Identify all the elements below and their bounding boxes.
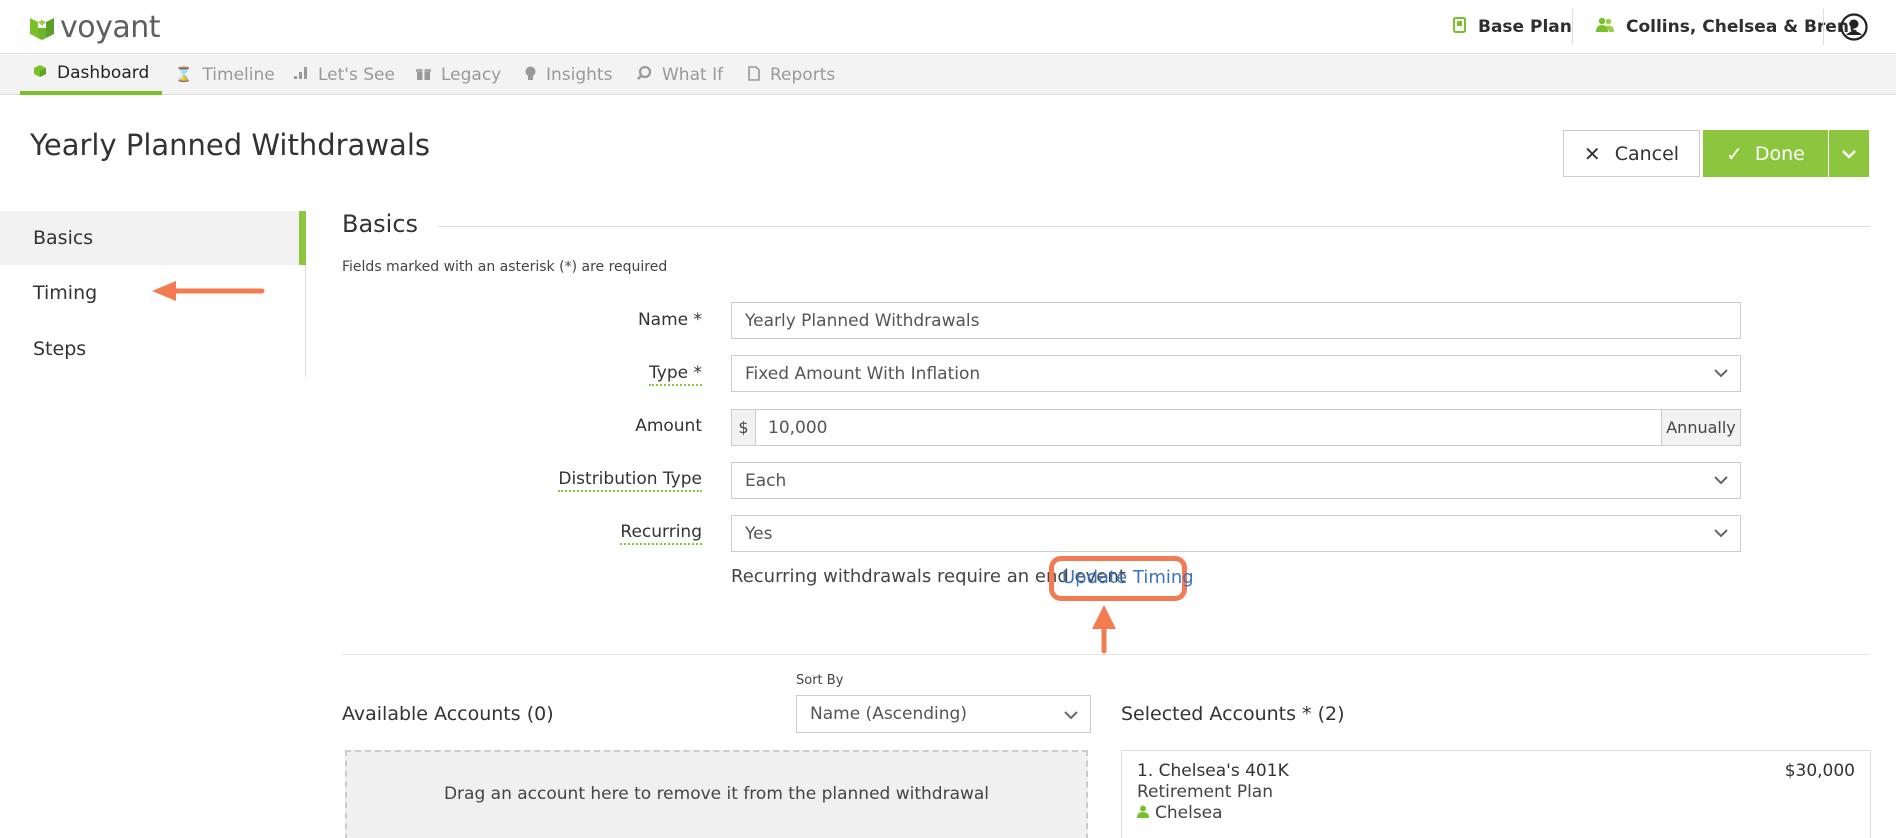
nav-item-dashboard[interactable]: Dashboard: [20, 55, 163, 95]
lightbulb-icon: [525, 66, 536, 85]
base-plan-button[interactable]: Base Plan: [1453, 14, 1572, 40]
magnify-icon: [637, 65, 652, 84]
type-value: Fixed Amount With Inflation: [745, 363, 981, 384]
frequency-suffix: Annually: [1661, 410, 1740, 445]
hourglass-icon: ⌛: [175, 67, 193, 83]
chevron-down-icon: [1714, 364, 1728, 382]
sidebar-active-indicator: [299, 211, 306, 265]
amount-input[interactable]: 10,000: [756, 418, 1661, 438]
name-input[interactable]: Yearly Planned Withdrawals: [731, 302, 1741, 339]
recurring-select[interactable]: Yes: [731, 515, 1741, 552]
user-icon: [1137, 805, 1149, 822]
section-divider: [342, 654, 1870, 655]
logo-text: voyant: [60, 9, 161, 45]
distribution-type-label: Distribution Type: [302, 469, 702, 492]
recurring-value: Yes: [745, 523, 773, 544]
document-icon: [748, 65, 760, 85]
amount-value: 10,000: [768, 417, 828, 438]
currency-prefix: $: [732, 410, 756, 445]
cube-icon: [33, 64, 47, 82]
update-timing-link[interactable]: Update Timing: [1062, 567, 1194, 588]
sidebar-item-label: Timing: [33, 282, 98, 304]
nav-label: Let's See: [318, 65, 395, 85]
users-icon: [1596, 17, 1614, 37]
distribution-label-text: Distribution Type: [558, 469, 702, 492]
annotation-arrow-left-icon: [152, 281, 265, 301]
sidebar-item-label: Steps: [33, 338, 87, 360]
amount-input-group: $ 10,000 Annually: [731, 409, 1741, 446]
close-icon: ✕: [1583, 141, 1601, 166]
done-button[interactable]: ✓ Done: [1703, 130, 1828, 177]
plan-label: Base Plan: [1478, 17, 1572, 37]
dropzone-text: Drag an account here to remove it from t…: [443, 784, 990, 804]
selected-account-card[interactable]: 1. Chelsea's 401K $30,000 Retirement Pla…: [1121, 750, 1871, 838]
main-nav: [0, 55, 1896, 95]
sidebar-item-label: Basics: [33, 227, 94, 249]
check-icon: ✓: [1726, 141, 1743, 166]
gift-icon: [416, 66, 431, 84]
distribution-type-select[interactable]: Each: [731, 462, 1741, 499]
available-accounts-title: Available Accounts (0): [342, 703, 554, 725]
done-options-dropdown[interactable]: [1829, 130, 1869, 177]
nav-item-lets-see[interactable]: Let's See: [294, 55, 395, 95]
clients-button[interactable]: Collins, Chelsea & Brent: [1596, 14, 1857, 40]
user-account-icon[interactable]: [1840, 13, 1868, 46]
nav-item-insights[interactable]: Insights: [525, 55, 612, 95]
nav-label: What If: [662, 65, 724, 85]
account-dropzone[interactable]: Drag an account here to remove it from t…: [345, 750, 1088, 838]
recurring-label-text: Recurring: [620, 522, 702, 545]
nav-item-timeline[interactable]: ⌛ Timeline: [175, 55, 275, 95]
bar-chart-icon: [294, 67, 308, 83]
account-amount: $30,000: [1784, 761, 1855, 781]
account-type: Retirement Plan: [1137, 782, 1273, 802]
page-title: Yearly Planned Withdrawals: [30, 128, 430, 162]
account-owner-name: Chelsea: [1155, 803, 1223, 823]
header-divider: [1572, 9, 1573, 45]
nav-label: Insights: [546, 65, 613, 85]
type-label: Type *: [302, 363, 702, 386]
header-divider: [1823, 9, 1824, 45]
nav-item-legacy[interactable]: Legacy: [416, 55, 501, 95]
section-title: Basics: [342, 210, 419, 238]
done-label: Done: [1754, 142, 1805, 165]
nav-label: Timeline: [202, 65, 275, 85]
name-value: Yearly Planned Withdrawals: [745, 310, 980, 331]
bookmark-icon: [1453, 17, 1466, 37]
nav-label: Legacy: [441, 65, 502, 85]
sort-by-value: Name (Ascending): [810, 704, 967, 724]
chevron-down-icon: [1842, 144, 1856, 164]
voyant-logo-icon: [30, 18, 54, 40]
cancel-button[interactable]: ✕ Cancel: [1563, 130, 1700, 177]
sort-by-select[interactable]: Name (Ascending): [796, 695, 1091, 733]
annotation-arrow-up-icon: [1092, 605, 1116, 654]
chevron-down-icon: [1714, 471, 1728, 489]
sidebar-item-basics[interactable]: Basics: [0, 211, 300, 265]
account-name: 1. Chelsea's 401K: [1137, 761, 1289, 781]
account-owner: Chelsea: [1137, 803, 1855, 823]
chevron-down-icon: [1714, 524, 1728, 542]
nav-label: Reports: [770, 65, 836, 85]
voyant-logo[interactable]: voyant: [28, 9, 161, 45]
nav-label: Dashboard: [57, 63, 150, 83]
amount-label: Amount: [635, 416, 702, 436]
nav-item-what-if[interactable]: What If: [637, 55, 723, 95]
required-note: Fields marked with an asterisk (*) are r…: [342, 259, 668, 275]
nav-item-reports[interactable]: Reports: [748, 55, 835, 95]
recurring-label: Recurring: [302, 522, 702, 545]
selected-accounts-title: Selected Accounts * (2): [1121, 703, 1345, 725]
cancel-label: Cancel: [1614, 142, 1680, 165]
distribution-value: Each: [745, 470, 787, 491]
type-label-text: Type *: [649, 363, 702, 386]
type-select[interactable]: Fixed Amount With Inflation: [731, 355, 1741, 392]
sidebar-item-steps[interactable]: Steps: [0, 322, 300, 376]
name-label: Name *: [637, 310, 702, 330]
sort-by-label: Sort By: [796, 673, 844, 688]
chevron-down-icon: [1064, 706, 1078, 724]
section-divider: [438, 226, 1870, 227]
